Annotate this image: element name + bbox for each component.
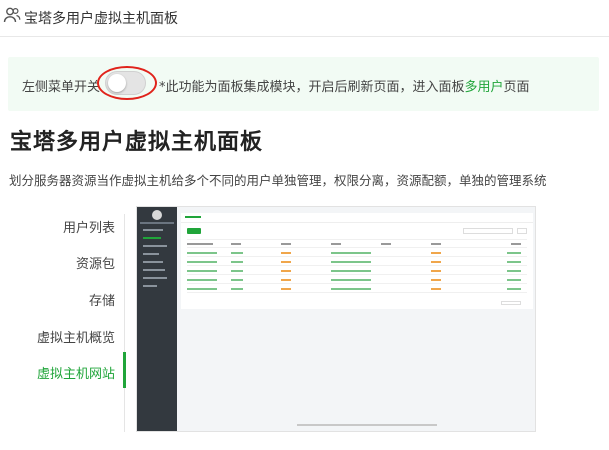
preview-search-button: [517, 228, 527, 234]
preview-cell: [431, 270, 441, 272]
preview-cell: [231, 279, 243, 281]
toggle-label: 左侧菜单开关: [22, 80, 101, 95]
preview-cell: [431, 243, 441, 245]
page-description: 划分服务器资源当作虚拟主机给多个不同的用户单独管理，权限分离，资源配额，单独的管…: [9, 173, 547, 188]
preview-cell: [231, 252, 243, 254]
preview-cell: [331, 279, 371, 281]
preview-nav-item: [143, 277, 167, 279]
menu-item-vhost-sites[interactable]: 虚拟主机网站: [37, 363, 115, 382]
preview-cell: [431, 279, 441, 281]
preview-table-row: [187, 265, 527, 266]
preview-search: [463, 228, 513, 234]
notice-message-suffix: 页面: [503, 80, 530, 95]
preview-cell: [187, 288, 217, 290]
preview-nav-item: [143, 253, 159, 255]
preview-cell: [281, 252, 291, 254]
preview-nav-item: [143, 261, 163, 263]
preview-nav-item: [143, 229, 163, 231]
preview-table-row: [187, 247, 527, 248]
preview-add-button: [187, 228, 201, 234]
preview-logo: [152, 210, 162, 220]
preview-cell: [507, 252, 521, 254]
preview-table-row: [187, 283, 527, 284]
notice-message: *此功能为面板集成模块，开启后刷新页面，进入面板多用户页面: [159, 76, 530, 95]
preview-brand: [140, 222, 174, 224]
preview-cell: [281, 288, 291, 290]
preview-cell: [431, 288, 441, 290]
preview-cell: [431, 252, 441, 254]
preview-cell: [507, 261, 521, 263]
preview-panel: [181, 213, 533, 309]
preview-cell: [507, 288, 521, 290]
preview-cell: [281, 261, 291, 263]
preview-cell: [331, 288, 371, 290]
menu-item-vhost-overview[interactable]: 虚拟主机概览: [37, 327, 115, 346]
preview-tab: [185, 216, 201, 218]
preview-cell: [187, 279, 217, 281]
preview-cell: [187, 261, 217, 263]
preview-cell: [331, 252, 371, 254]
preview-cell: [187, 270, 217, 272]
preview-cell: [231, 243, 241, 245]
preview-cell: [381, 243, 391, 245]
preview-nav-item: [143, 237, 161, 239]
preview-cell: [331, 261, 371, 263]
preview-nav-item: [143, 245, 167, 247]
preview-table-row: [187, 274, 527, 275]
preview-cell: [511, 243, 521, 245]
preview-cell: [231, 270, 243, 272]
preview-cell: [281, 270, 291, 272]
window-title: 宝塔多用户虚拟主机面板: [24, 11, 178, 27]
menu-divider: [123, 214, 126, 432]
preview-cell: [507, 279, 521, 281]
menu-toggle-notice: 左侧菜单开关 *此功能为面板集成模块，开启后刷新页面，进入面板多用户页面: [8, 57, 599, 111]
preview-cell: [331, 243, 341, 245]
title-bar: 宝塔多用户虚拟主机面板: [0, 0, 609, 37]
multi-user-link[interactable]: 多用户: [465, 80, 504, 95]
preview-nav-item: [143, 285, 157, 287]
page-title: 宝塔多用户虚拟主机面板: [10, 130, 264, 155]
preview-cell: [231, 261, 243, 263]
preview-screenshot: [136, 206, 536, 432]
preview-pagination: [501, 301, 521, 305]
preview-table-header: [187, 239, 527, 240]
preview-nav-item: [143, 269, 165, 271]
preview-cell: [331, 270, 371, 272]
preview-cell: [281, 279, 291, 281]
menu-item-resource-pack[interactable]: 资源包: [76, 253, 115, 272]
preview-cell: [431, 261, 441, 263]
preview-table-row: [187, 292, 527, 293]
preview-cell: [187, 243, 213, 245]
preview-tab-line: [181, 222, 533, 223]
preview-cell: [507, 270, 521, 272]
users-icon: [3, 7, 21, 23]
menu-item-user-list[interactable]: 用户列表: [63, 217, 115, 236]
active-indicator: [123, 352, 126, 388]
preview-cell: [187, 252, 217, 254]
preview-cell: [281, 243, 291, 245]
preview-footer: [297, 424, 437, 426]
menu-item-storage[interactable]: 存储: [89, 290, 115, 309]
preview-sidebar: [137, 207, 177, 431]
preview-cell: [231, 288, 243, 290]
preview-table-row: [187, 256, 527, 257]
highlight-circle: [97, 66, 157, 100]
notice-message-prefix: *此功能为面板集成模块，开启后刷新页面，进入面板: [159, 80, 465, 95]
